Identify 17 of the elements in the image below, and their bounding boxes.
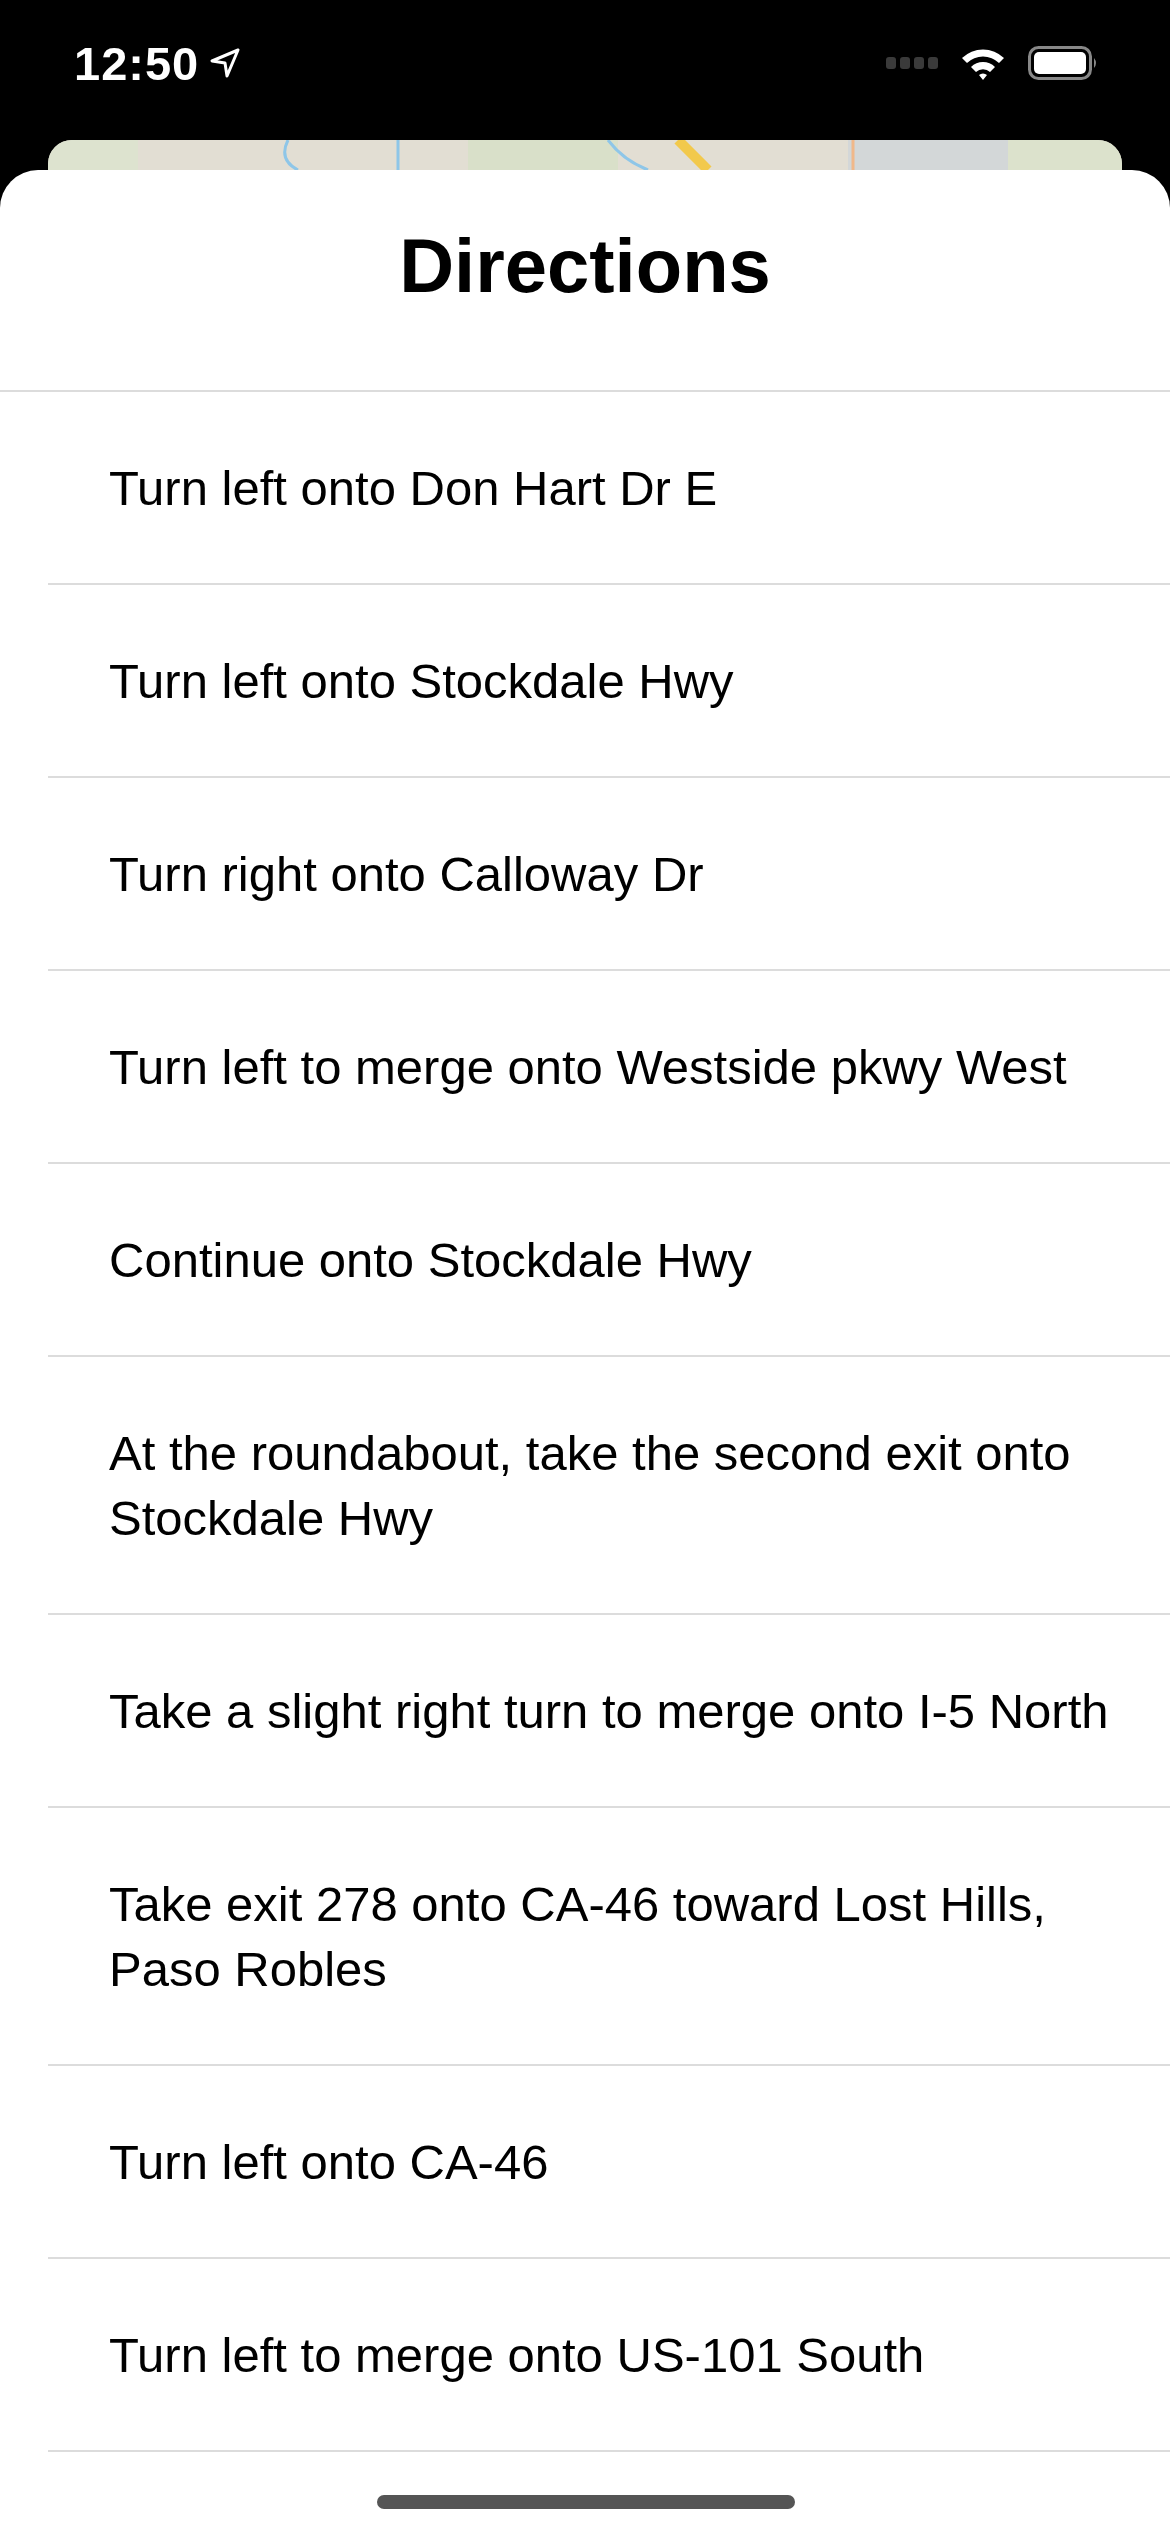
wifi-icon: [960, 46, 1006, 80]
direction-step[interactable]: Turn left onto CA-46: [109, 2130, 549, 2195]
direction-step[interactable]: Take a slight right turn to merge onto I-5 North: [109, 1679, 1109, 1744]
direction-step[interactable]: Continue onto Stockdale Hwy: [109, 1228, 752, 1293]
location-arrow-icon: [209, 47, 242, 79]
signal-icon: [886, 57, 938, 69]
direction-step[interactable]: Turn left onto Stockdale Hwy: [109, 649, 734, 714]
status-time: 12:50: [74, 35, 200, 91]
direction-step[interactable]: Turn right onto Calloway Dr: [109, 842, 704, 907]
home-indicator[interactable]: [377, 2495, 795, 2509]
direction-step[interactable]: Turn left to merge onto US-101 South: [109, 2323, 925, 2388]
direction-step[interactable]: Turn left onto Don Hart Dr E: [109, 456, 718, 521]
sheet-title: Directions: [399, 222, 771, 309]
direction-step[interactable]: Turn left to merge onto Westside pkwy West: [109, 1035, 1067, 1100]
battery-icon: [1028, 46, 1098, 80]
direction-step[interactable]: Take exit 278 onto CA-46 toward Lost Hills, Paso Robles: [109, 1872, 1110, 2002]
direction-step[interactable]: At the roundabout, take the second exit onto Stockdale Hwy: [109, 1421, 1110, 1551]
